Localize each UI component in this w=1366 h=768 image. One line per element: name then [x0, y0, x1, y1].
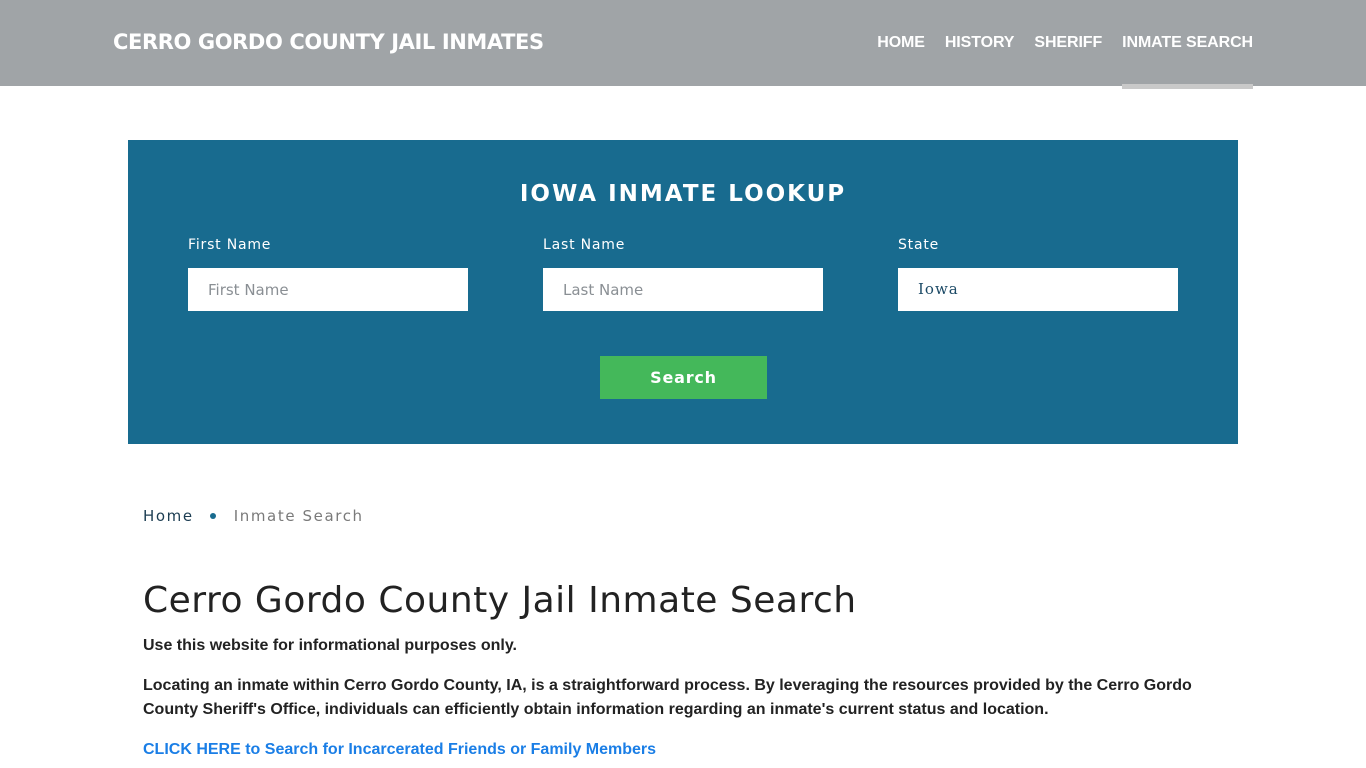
breadcrumb-current: Inmate Search	[233, 507, 364, 525]
disclaimer-text: Use this website for informational purpo…	[143, 637, 517, 654]
main-nav: HOME HISTORY SHERIFF INMATE SEARCH	[857, 0, 1253, 89]
last-name-input[interactable]	[543, 268, 823, 311]
nav-inmate-search[interactable]: INMATE SEARCH	[1122, 0, 1253, 89]
search-button[interactable]: Search	[600, 356, 767, 399]
page-title: Cerro Gordo County Jail Inmate Search	[143, 580, 857, 621]
breadcrumb-home-link[interactable]: Home	[143, 507, 194, 525]
last-name-label: Last Name	[543, 237, 626, 253]
site-brand-link[interactable]: CERRO GORDO COUNTY JAIL INMATES	[113, 30, 544, 54]
state-label: State	[898, 237, 940, 253]
lookup-title: IOWA INMATE LOOKUP	[519, 181, 847, 207]
first-name-input[interactable]	[188, 268, 468, 311]
first-name-label: First Name	[188, 237, 272, 253]
nav-sheriff[interactable]: SHERIFF	[1034, 0, 1102, 86]
breadcrumb: Home Inmate Search	[143, 507, 364, 525]
nav-history[interactable]: HISTORY	[945, 0, 1015, 86]
intro-text: Locating an inmate within Cerro Gordo Co…	[143, 677, 1192, 718]
nav-home[interactable]: HOME	[877, 0, 925, 86]
breadcrumb-separator-icon	[209, 513, 216, 519]
state-select[interactable]: Iowa	[898, 268, 1178, 311]
search-family-link[interactable]: CLICK HERE to Search for Incarcerated Fr…	[143, 738, 656, 762]
site-header: CERRO GORDO COUNTY JAIL INMATES HOME HIS…	[0, 0, 1366, 89]
